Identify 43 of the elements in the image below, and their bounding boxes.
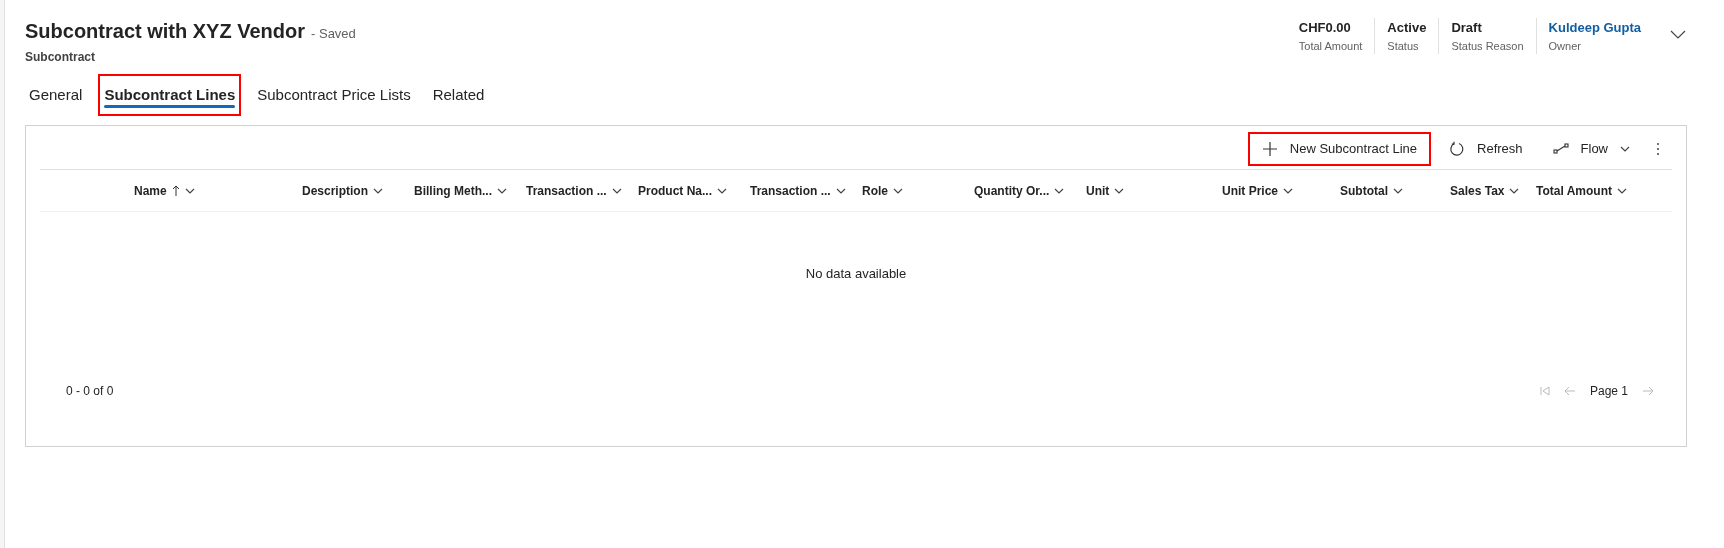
column-header[interactable]: Quantity Or... [974,181,1065,200]
toolbar-button[interactable]: New Subcontract Line [1247,131,1431,166]
column-header[interactable]: Role [862,181,903,200]
field-value: Draft [1451,19,1483,37]
flow-icon [1552,142,1569,155]
tab[interactable]: Subcontract Price Lists [253,76,415,114]
column-header[interactable]: Total Amount [1536,181,1627,200]
empty-message: No data available [805,265,907,284]
next-page-icon [1642,386,1654,396]
column-header[interactable]: Transaction ... [750,181,846,200]
column-header[interactable]: Transaction ... [526,181,622,200]
previous-page-icon [1563,386,1576,396]
save-status: - Saved [311,25,356,43]
plus-icon [1261,140,1278,157]
column-header[interactable]: Sales Tax [1450,181,1520,200]
more-icon [1656,141,1660,156]
column-header[interactable]: Name [134,181,195,200]
owner-link[interactable]: Kuldeep Gupta [1548,18,1641,38]
column-header[interactable]: Subtotal [1340,181,1403,200]
refresh-icon [1449,140,1465,157]
column-header[interactable]: Unit [1086,181,1125,200]
tab[interactable]: General [25,76,87,114]
field-label: Status [1387,38,1420,54]
tab[interactable]: Related [428,76,489,114]
toolbar-button[interactable]: Refresh [1437,131,1535,166]
chevron-down-icon [1670,30,1686,40]
field-label: Total Amount [1298,38,1363,54]
record-title: Subcontract with XYZ Vendor [25,19,306,44]
first-page-icon [1539,386,1550,396]
field-value: Active [1387,19,1427,37]
record-count: 0 - 0 of 0 [66,383,114,400]
column-header[interactable]: Description [302,181,383,200]
entity-name: Subcontract [25,49,96,66]
tab[interactable]: Subcontract Lines [100,76,240,114]
field-label: Status Reason [1451,38,1524,54]
field-label: Owner [1548,38,1582,54]
page-number: Page 1 [1589,383,1628,400]
column-header[interactable]: Billing Meth... [414,181,507,200]
column-header[interactable]: Product Na... [638,181,727,200]
field-value: CHF0.00 [1298,19,1352,37]
toolbar-button[interactable]: Flow [1540,131,1642,166]
sort-ascending-icon [171,184,180,197]
column-header[interactable]: Unit Price [1222,181,1293,200]
